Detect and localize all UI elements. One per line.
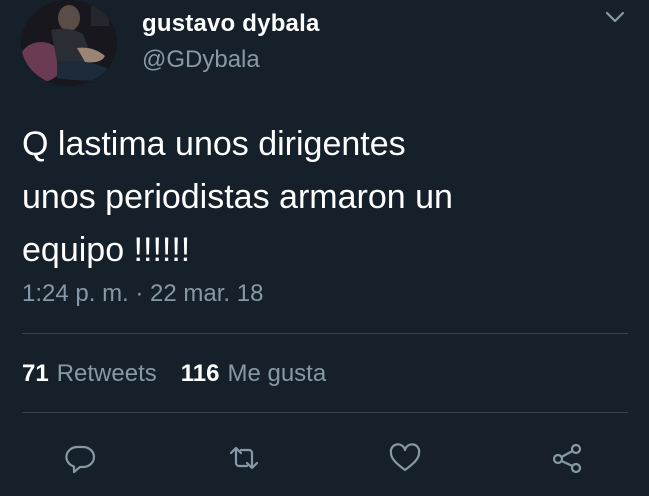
share-button[interactable]	[549, 440, 585, 476]
retweets-stat[interactable]: 71 Retweets	[22, 360, 157, 388]
divider	[22, 412, 628, 413]
like-button[interactable]	[387, 440, 423, 476]
display-name[interactable]: gustavo dybala	[142, 10, 320, 38]
chevron-down-icon[interactable]	[604, 8, 626, 26]
likes-stat[interactable]: 116 Me gusta	[181, 360, 326, 388]
retweets-count: 71	[22, 360, 49, 387]
retweets-label: Retweets	[56, 360, 157, 387]
tweet-timestamp[interactable]: 1:24 p. m. · 22 mar. 18	[22, 280, 263, 308]
engagement-stats: 71 Retweets 116 Me gusta	[22, 360, 326, 388]
reply-button[interactable]	[62, 440, 98, 476]
share-icon	[552, 443, 582, 474]
divider	[22, 333, 628, 334]
avatar[interactable]	[21, 0, 117, 86]
like-icon	[389, 443, 421, 472]
user-handle[interactable]: @GDybala	[142, 46, 260, 74]
likes-label: Me gusta	[227, 360, 327, 387]
retweet-icon	[229, 446, 259, 470]
reply-icon	[65, 445, 96, 474]
likes-count: 116	[180, 360, 220, 387]
tweet-text: Q lastima unos dirigentes unos periodist…	[22, 125, 453, 269]
retweet-button[interactable]	[226, 440, 262, 476]
